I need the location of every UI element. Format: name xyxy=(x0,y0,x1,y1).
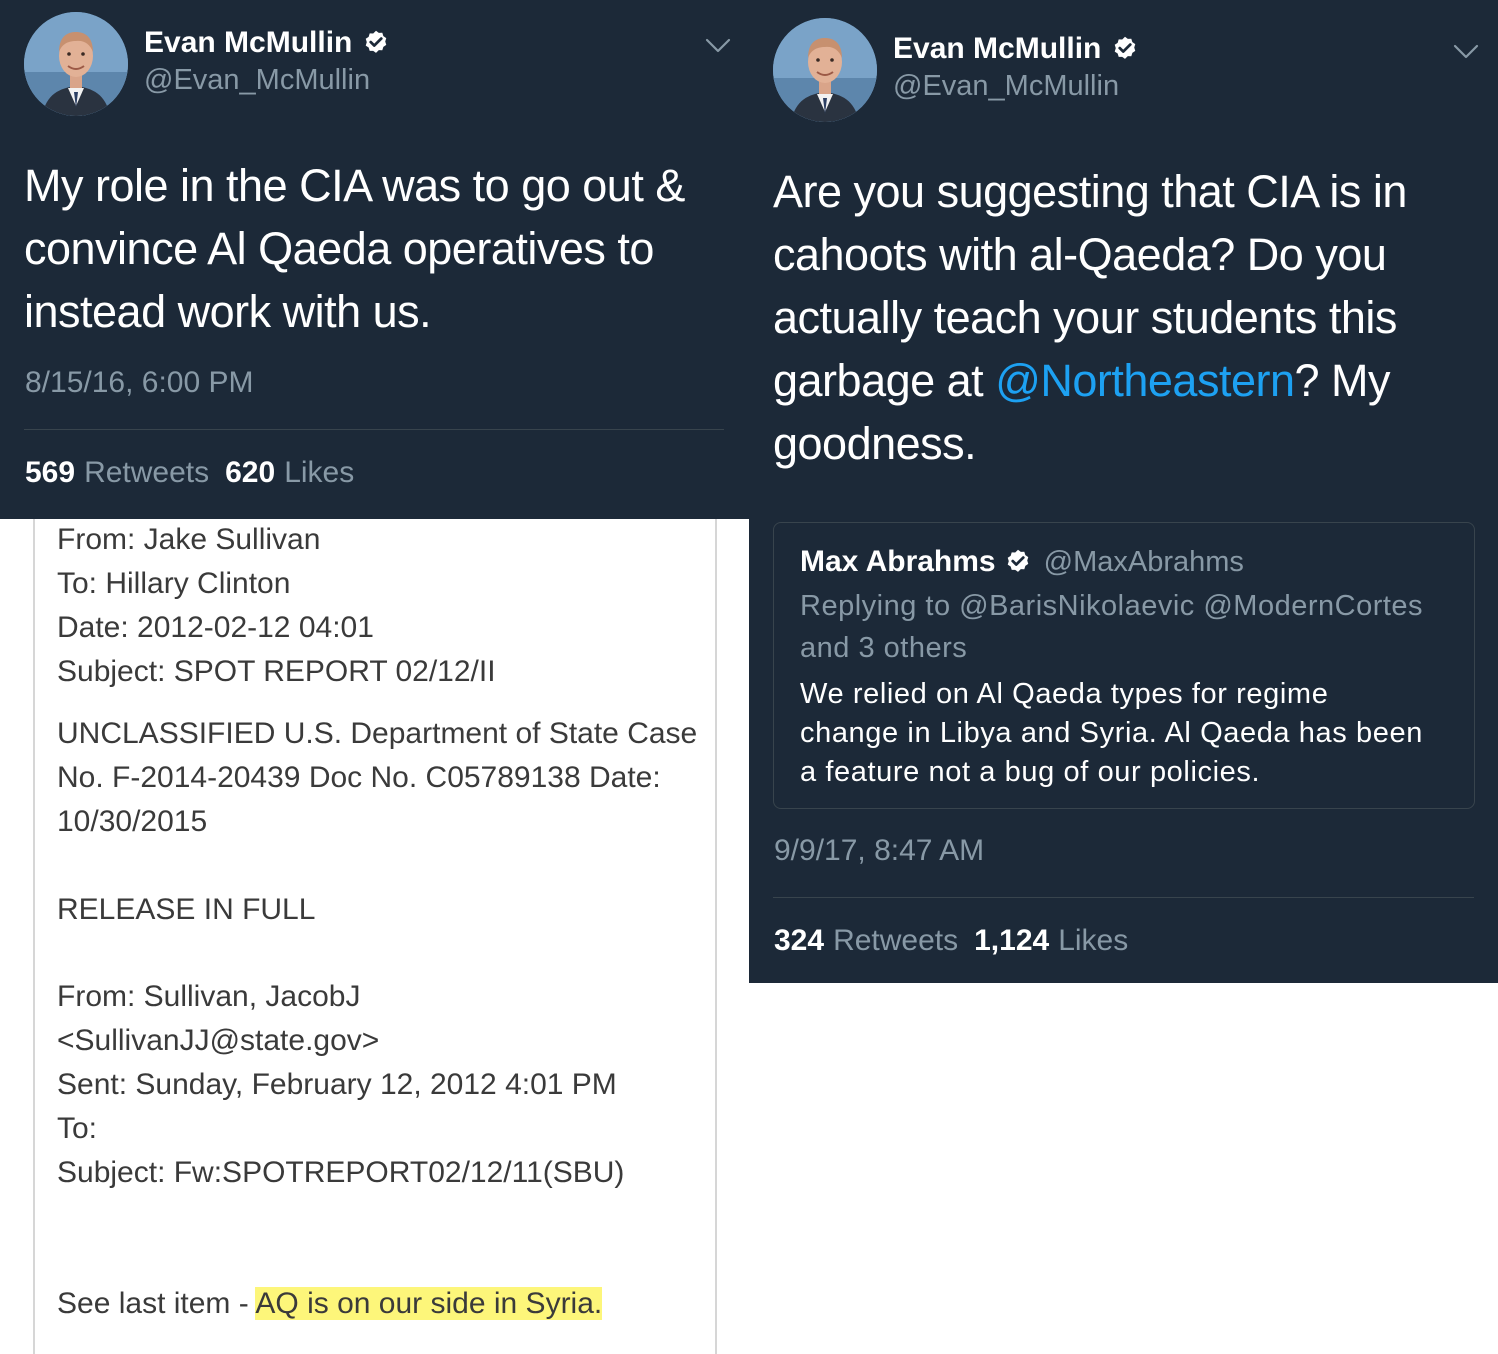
forwarded-to: To: xyxy=(57,1112,98,1145)
verified-badge-icon xyxy=(1111,35,1139,63)
divider xyxy=(773,897,1474,898)
email-from: From: Jake Sullivan xyxy=(57,523,321,556)
author-handle[interactable]: @Evan_McMullin xyxy=(893,70,1119,103)
author-name-row: Evan McMullin xyxy=(893,32,1139,66)
document-header-line: No. F-2014-20439 Doc No. C05789138 Date: xyxy=(57,761,661,794)
quoted-text: We relied on Al Qaeda types for regime c… xyxy=(800,675,1460,792)
tweet-text-line: My role in the CIA was to go out & xyxy=(24,160,685,211)
quoted-text-line: We relied on Al Qaeda types for regime xyxy=(800,678,1329,710)
last-item-line: See last item - AQ is on our side in Syr… xyxy=(57,1287,603,1321)
avatar[interactable] xyxy=(773,18,877,122)
author-name[interactable]: Evan McMullin xyxy=(893,32,1101,66)
replying-to: Replying to @BarisNikolaevic @ModernCort… xyxy=(800,585,1460,669)
avatar[interactable] xyxy=(24,12,128,116)
avatar-image xyxy=(773,18,877,122)
forwarded-subject: Subject: Fw:SPOTREPORT02/12/11(SBU) xyxy=(57,1156,625,1189)
email-document: From: Jake Sullivan To: Hillary Clinton … xyxy=(0,519,749,1354)
document-right-edge xyxy=(715,519,717,1354)
verified-badge-icon xyxy=(362,29,390,57)
tweet-timestamp[interactable]: 8/15/16, 6:00 PM xyxy=(25,366,254,400)
tweet-text: Are you suggesting that CIA is in cahoot… xyxy=(773,160,1473,475)
last-item-prefix: See last item - xyxy=(57,1287,256,1320)
likes-label: Likes xyxy=(284,456,355,489)
replying-to-line: and 3 others xyxy=(800,632,968,664)
email-to: To: Hillary Clinton xyxy=(57,567,291,600)
tweet-text-fragment: ? My xyxy=(1294,355,1391,406)
highlighted-text: AQ is on our side in Syria. xyxy=(255,1287,603,1320)
tweet-text-line: instead work with us. xyxy=(24,286,432,337)
divider xyxy=(24,429,724,430)
retweets-label: Retweets xyxy=(833,924,959,957)
quoted-text-line: change in Libya and Syria. Al Qaeda has … xyxy=(800,717,1423,749)
retweets-label: Retweets xyxy=(84,456,210,489)
document-header-line: UNCLASSIFIED U.S. Department of State Ca… xyxy=(57,717,698,750)
email-subject: Subject: SPOT REPORT 02/12/II xyxy=(57,655,496,688)
quoted-text-line: a feature not a bug of our policies. xyxy=(800,756,1261,788)
quoted-author-handle: @MaxAbrahms xyxy=(1043,545,1244,578)
retweets-count: 569 xyxy=(25,456,76,489)
tweet-text-line: cahoots with al-Qaeda? Do you xyxy=(773,229,1387,280)
tweet-text: My role in the CIA was to go out & convi… xyxy=(24,154,724,343)
tweet-text-line: garbage at @Northeastern? My xyxy=(773,349,1473,412)
tweet-text-line: actually teach your students this xyxy=(773,292,1397,343)
tweet-text-line: Are you suggesting that CIA is in xyxy=(773,166,1407,217)
retweets-count: 324 xyxy=(774,924,825,957)
email-date: Date: 2012-02-12 04:01 xyxy=(57,611,374,644)
verified-badge-icon xyxy=(1004,548,1032,576)
tweet-stats: 569 Retweets 620 Likes xyxy=(25,456,354,490)
release-notice: RELEASE IN FULL xyxy=(57,893,316,926)
likes-count: 1,124 xyxy=(974,924,1050,957)
document-left-edge xyxy=(33,519,35,1354)
likes-label: Likes xyxy=(1058,924,1129,957)
likes-stat[interactable]: 1,124 Likes xyxy=(974,924,1128,958)
retweets-stat[interactable]: 324 Retweets xyxy=(774,924,958,958)
likes-count: 620 xyxy=(225,456,276,489)
forwarded-from-address: <SullivanJJ@state.gov> xyxy=(57,1024,380,1057)
forwarded-from: From: Sullivan, JacobJ xyxy=(57,980,361,1013)
author-handle[interactable]: @Evan_McMullin xyxy=(144,64,370,97)
tweet-text-line: goodness. xyxy=(773,418,977,469)
quoted-tweet[interactable]: Max Abrahms @MaxAbrahms Replying to @Bar… xyxy=(773,522,1475,809)
forwarded-sent: Sent: Sunday, February 12, 2012 4:01 PM xyxy=(57,1068,617,1101)
avatar-image xyxy=(24,12,128,116)
author-name-row: Evan McMullin xyxy=(144,26,390,60)
tweet-right: Evan McMullin @Evan_McMullin Are you sug… xyxy=(749,0,1498,983)
mention-link[interactable]: @Northeastern xyxy=(995,355,1295,406)
tweet-text-line: convince Al Qaeda operatives to xyxy=(24,223,654,274)
quoted-author-row: Max Abrahms @MaxAbrahms xyxy=(800,545,1244,579)
tweet-stats: 324 Retweets 1,124 Likes xyxy=(774,924,1128,958)
author-name[interactable]: Evan McMullin xyxy=(144,26,352,60)
document-header-line: 10/30/2015 xyxy=(57,805,208,838)
quoted-author-name: Max Abrahms xyxy=(800,545,996,578)
tweet-left: Evan McMullin @Evan_McMullin My role in … xyxy=(0,0,749,519)
retweets-stat[interactable]: 569 Retweets xyxy=(25,456,209,490)
replying-to-line: Replying to @BarisNikolaevic @ModernCort… xyxy=(800,590,1424,622)
chevron-down-icon[interactable] xyxy=(705,38,731,54)
tweet-timestamp[interactable]: 9/9/17, 8:47 AM xyxy=(774,834,984,868)
tweet-text-fragment: garbage at xyxy=(773,355,996,406)
chevron-down-icon[interactable] xyxy=(1453,44,1479,60)
likes-stat[interactable]: 620 Likes xyxy=(225,456,354,490)
